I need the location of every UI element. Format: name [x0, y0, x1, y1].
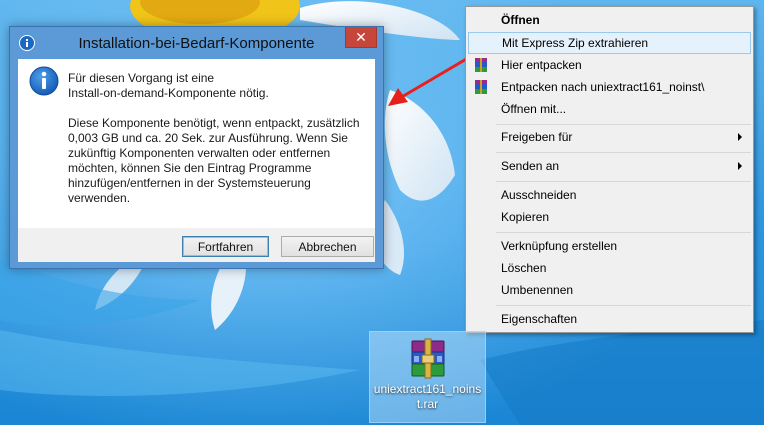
close-button[interactable]: ✕: [345, 27, 377, 48]
message-paragraph: Für diesen Vorgang ist eine Install-on-d…: [68, 71, 269, 100]
menu-item-rename[interactable]: Umbenennen: [468, 279, 751, 301]
menu-separator: [496, 152, 751, 153]
menu-item-open-with[interactable]: Öffnen mit...: [468, 98, 751, 120]
menu-item-open[interactable]: Öffnen: [468, 9, 751, 31]
menu-item-copy[interactable]: Kopieren: [468, 206, 751, 228]
winrar-icon: [475, 80, 487, 94]
menu-item-properties[interactable]: Eigenschaften: [468, 308, 751, 330]
submenu-arrow-icon: [738, 162, 742, 170]
menu-item-cut[interactable]: Ausschneiden: [468, 184, 751, 206]
context-menu: Öffnen Mit Express Zip extrahieren Hier …: [465, 6, 754, 333]
dialog-message: Für diesen Vorgang ist eine Install-on-d…: [68, 71, 368, 221]
menu-item-share-with[interactable]: Freigeben für: [468, 126, 751, 148]
install-on-demand-dialog: Installation-bei-Bedarf-Komponente ✕ Für…: [9, 26, 384, 269]
menu-item-delete[interactable]: Löschen: [468, 257, 751, 279]
winrar-archive-icon: [411, 338, 445, 379]
continue-button[interactable]: Fortfahren: [182, 236, 269, 257]
menu-separator: [496, 124, 751, 125]
desktop-file-label: uniextract161_noinst.rar: [373, 382, 482, 411]
desktop-file-icon[interactable]: uniextract161_noinst.rar: [369, 331, 486, 423]
close-icon: ✕: [355, 29, 367, 45]
info-icon: [29, 66, 59, 96]
submenu-arrow-icon: [738, 133, 742, 141]
menu-item-extract-here[interactable]: Hier entpacken: [468, 54, 751, 76]
info-icon: [19, 35, 35, 51]
menu-separator: [496, 232, 751, 233]
message-paragraph: Diese Komponente benötigt, wenn entpackt…: [68, 116, 360, 205]
menu-item-extract-to-folder[interactable]: Entpacken nach uniextract161_noinst\: [468, 76, 751, 98]
cancel-button[interactable]: Abbrechen: [281, 236, 374, 257]
menu-item-send-to[interactable]: Senden an: [468, 155, 751, 177]
dialog-footer: Fortfahren Abbrechen: [18, 228, 375, 262]
winrar-icon: [475, 58, 487, 72]
dialog-titlebar[interactable]: Installation-bei-Bedarf-Komponente ✕: [10, 27, 383, 59]
dialog-title: Installation-bei-Bedarf-Komponente: [78, 35, 315, 52]
menu-separator: [496, 181, 751, 182]
menu-item-express-zip-extract[interactable]: Mit Express Zip extrahieren: [468, 32, 751, 54]
menu-item-create-shortcut[interactable]: Verknüpfung erstellen: [468, 235, 751, 257]
menu-separator: [496, 305, 751, 306]
